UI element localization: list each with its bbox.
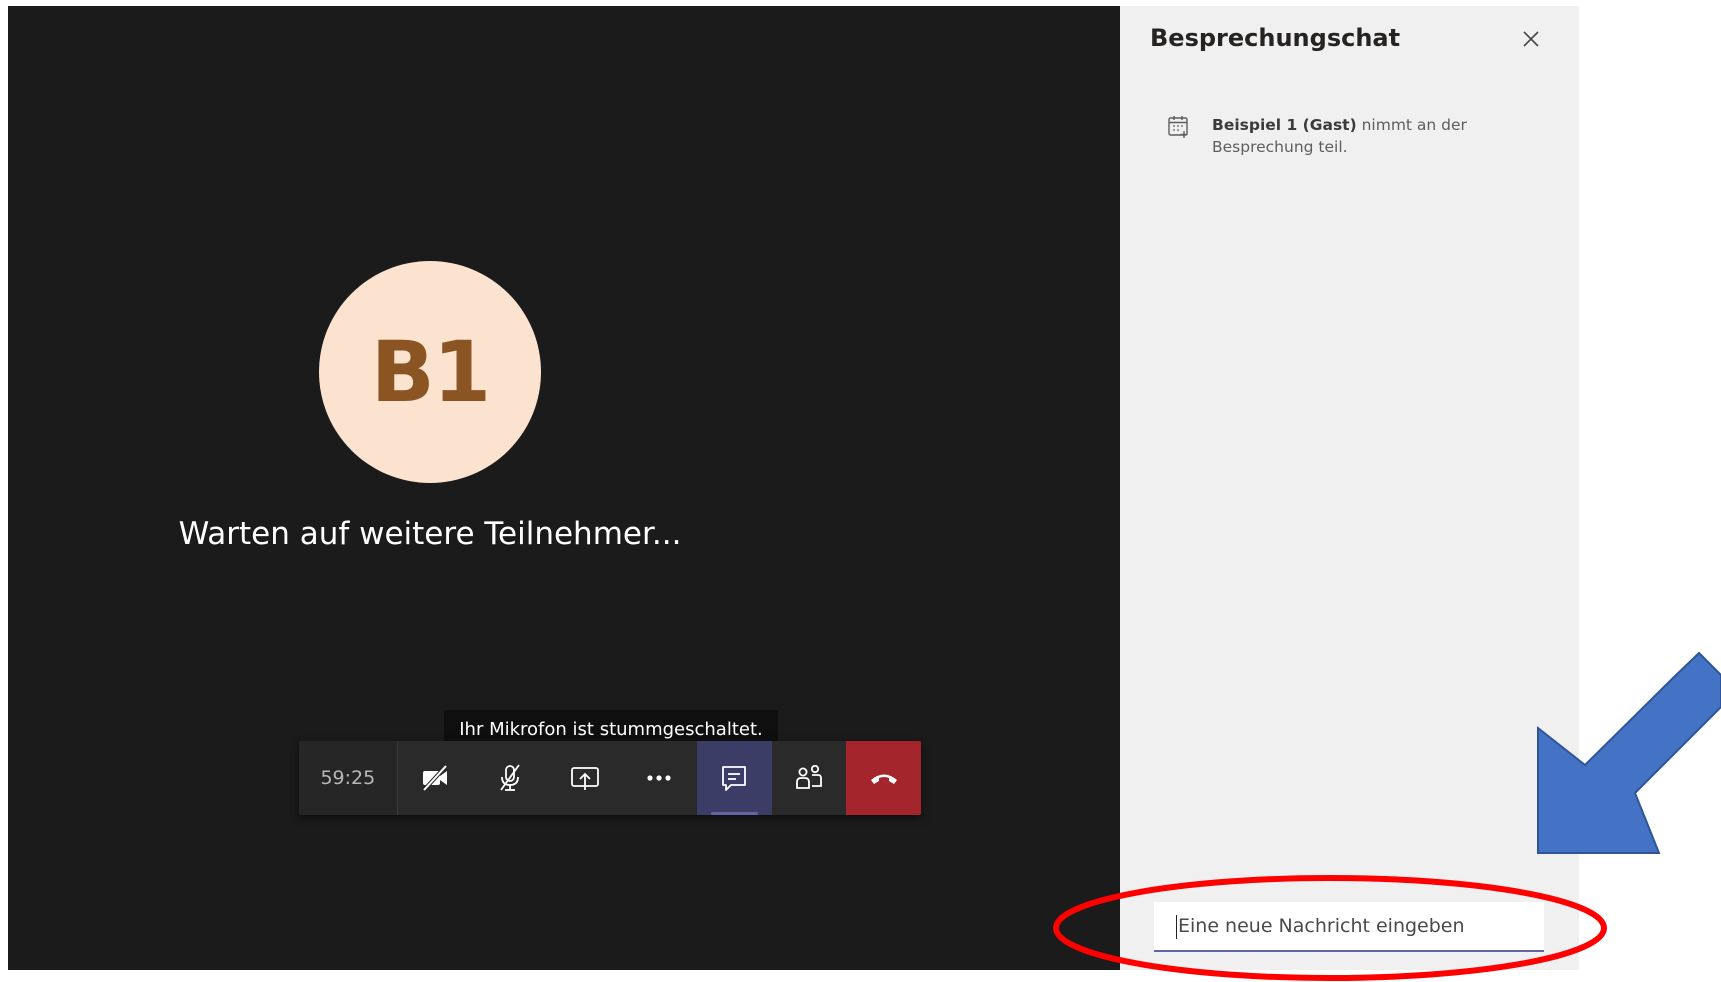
teams-meeting-window: B1 Warten auf weitere Teilnehmer... Ihr … xyxy=(0,0,1721,982)
hang-up-icon xyxy=(870,774,897,784)
more-icon xyxy=(647,775,671,781)
participant-name: Beispiel 1 (Gast) xyxy=(1212,116,1357,134)
camera-off-icon xyxy=(422,764,448,792)
participants-icon xyxy=(795,764,822,789)
call-stage: B1 Warten auf weitere Teilnehmer... Ihr … xyxy=(8,6,1120,970)
calendar-join-icon xyxy=(1168,116,1188,138)
meeting-chat-panel: Besprechungschat Beispiel 1 (Gast) nimmt… xyxy=(1120,6,1579,970)
avatar-initials: B1 xyxy=(370,323,491,421)
mic-off-icon xyxy=(500,764,520,791)
camera-off-button[interactable] xyxy=(398,741,473,815)
avatar: B1 xyxy=(319,261,541,483)
participants-button[interactable] xyxy=(772,741,847,815)
message-input[interactable] xyxy=(1176,914,1544,938)
share-screen-button[interactable] xyxy=(547,741,622,815)
more-actions-button[interactable] xyxy=(622,741,697,815)
text-caret xyxy=(1176,915,1177,939)
call-timer: 59:25 xyxy=(299,741,398,815)
waiting-message: Warten auf weitere Teilnehmer... xyxy=(178,516,682,552)
close-icon xyxy=(1523,31,1539,47)
share-screen-icon xyxy=(570,767,599,790)
message-compose-box[interactable] xyxy=(1154,902,1544,952)
mic-off-button[interactable] xyxy=(472,741,547,815)
chat-event-text: Beispiel 1 (Gast) nimmt an der Besprechu… xyxy=(1212,114,1472,158)
call-controls-bar: 59:25 xyxy=(299,741,921,815)
close-chat-button[interactable] xyxy=(1516,24,1546,54)
chat-icon xyxy=(722,766,747,791)
chat-panel-title: Besprechungschat xyxy=(1150,24,1401,52)
hang-up-button[interactable] xyxy=(846,741,921,815)
chat-event-message: Beispiel 1 (Gast) nimmt an der Besprechu… xyxy=(1166,114,1556,158)
chat-button[interactable] xyxy=(696,741,772,815)
